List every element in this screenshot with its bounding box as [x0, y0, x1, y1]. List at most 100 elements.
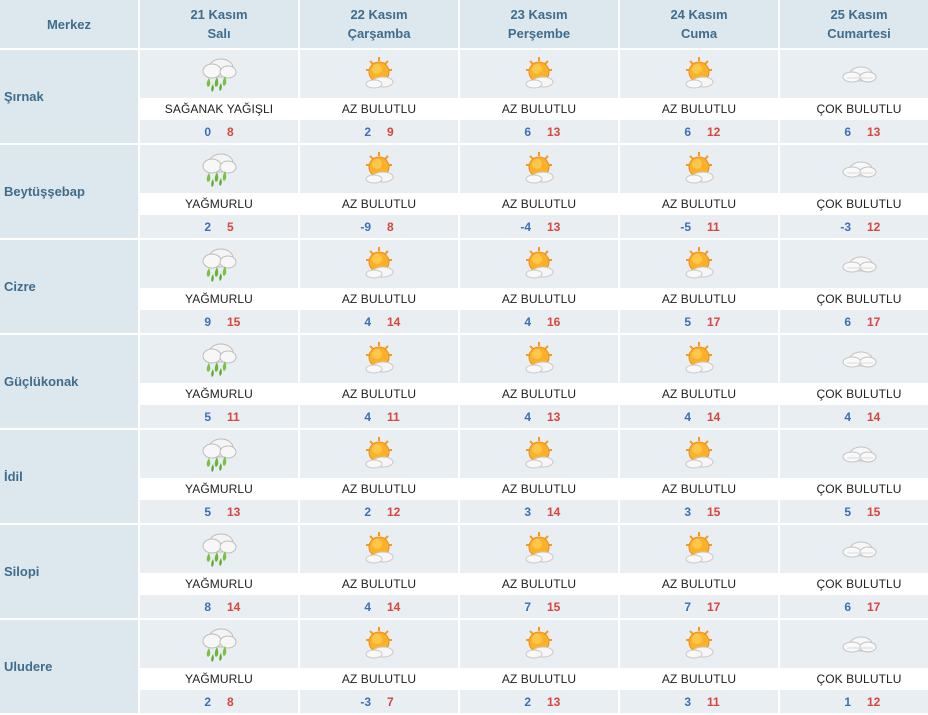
weather-description: AZ BULUTLU [460, 383, 618, 405]
max-temperature: 13 [547, 124, 561, 139]
temperature-range: 6 17 [780, 595, 928, 618]
weather-icon-area [460, 240, 618, 288]
weather-description: ÇOK BULUTLU [780, 668, 928, 690]
weather-icon-area [300, 145, 458, 193]
merkez-header: Merkez [0, 0, 138, 50]
day-date: 23 Kasım [510, 7, 568, 22]
forecast-cell: YAĞMURLU 9 15 [140, 240, 298, 335]
rain-cloud-icon [202, 343, 237, 377]
weather-icon-area [620, 50, 778, 98]
day-header: 22 Kasım Çarşamba [300, 0, 458, 50]
temperature-range: 3 14 [460, 500, 618, 523]
forecast-cell: AZ BULUTLU 7 17 [620, 525, 778, 620]
temperature-range: 1 12 [780, 690, 928, 713]
max-temperature: 12 [387, 504, 401, 519]
min-temperature: 6 [844, 124, 851, 139]
weather-description: AZ BULUTLU [620, 383, 778, 405]
max-temperature: 13 [867, 124, 881, 139]
weather-icon-area [300, 525, 458, 573]
forecast-cell: ÇOK BULUTLU 6 17 [780, 240, 928, 335]
partly-cloudy-sun-icon [525, 342, 554, 374]
temperature-range: 9 15 [140, 310, 298, 333]
weather-description: AZ BULUTLU [300, 478, 458, 500]
weather-description: AZ BULUTLU [460, 288, 618, 310]
max-temperature: 14 [387, 314, 401, 329]
weather-description: AZ BULUTLU [300, 98, 458, 120]
weather-icon-area [620, 145, 778, 193]
weather-description: AZ BULUTLU [300, 288, 458, 310]
min-temperature: 6 [684, 124, 691, 139]
cloudy-icon [842, 256, 877, 273]
min-temperature: 4 [364, 409, 371, 424]
max-temperature: 15 [707, 504, 721, 519]
weather-icon-area [140, 145, 298, 193]
forecast-cell: AZ BULUTLU 3 15 [620, 430, 778, 525]
forecast-cell: AZ BULUTLU -4 13 [460, 145, 618, 240]
temperature-range: 7 15 [460, 595, 618, 618]
forecast-cell: YAĞMURLU 5 11 [140, 335, 298, 430]
weather-icon-area [300, 620, 458, 668]
max-temperature: 12 [867, 694, 881, 709]
max-temperature: 17 [707, 599, 721, 614]
temperature-range: -3 7 [300, 690, 458, 713]
weather-description: ÇOK BULUTLU [780, 193, 928, 215]
forecast-cell: ÇOK BULUTLU 4 14 [780, 335, 928, 430]
max-temperature: 14 [387, 599, 401, 614]
min-temperature: 5 [204, 409, 211, 424]
weather-description: AZ BULUTLU [460, 98, 618, 120]
weather-description: AZ BULUTLU [620, 193, 778, 215]
max-temperature: 11 [707, 694, 720, 709]
cloudy-icon [842, 636, 877, 653]
temperature-range: 7 17 [620, 595, 778, 618]
partly-cloudy-sun-icon [365, 437, 394, 469]
weather-description: YAĞMURLU [140, 478, 298, 500]
weather-description: ÇOK BULUTLU [780, 98, 928, 120]
weather-icon-area [140, 430, 298, 478]
day-date: 25 Kasım [830, 7, 888, 22]
min-temperature: 4 [844, 409, 851, 424]
partly-cloudy-sun-icon [525, 532, 554, 564]
city-name: Şırnak [0, 50, 138, 145]
forecast-table: Merkez 21 Kasım Salı 22 Kasım Çarşamba 23 Ka… [0, 0, 928, 715]
temperature-range: 5 15 [780, 500, 928, 523]
weather-description: YAĞMURLU [140, 383, 298, 405]
temperature-range: 3 15 [620, 500, 778, 523]
day-weekday: Cumartesi [827, 26, 891, 41]
max-temperature: 16 [547, 314, 561, 329]
weather-icon-area [460, 620, 618, 668]
weather-icon-area [780, 620, 928, 668]
weather-description: AZ BULUTLU [460, 193, 618, 215]
forecast-cell: SAĞANAK YAĞIŞLI 0 8 [140, 50, 298, 145]
rain-cloud-icon [202, 628, 237, 662]
max-temperature: 13 [547, 409, 561, 424]
weather-icon-area [300, 335, 458, 383]
temperature-range: 2 13 [460, 690, 618, 713]
temperature-range: 4 14 [780, 405, 928, 428]
forecast-cell: YAĞMURLU 8 14 [140, 525, 298, 620]
weather-icon-area [460, 430, 618, 478]
min-temperature: 6 [524, 124, 531, 139]
temperature-range: 5 13 [140, 500, 298, 523]
temperature-range: 6 17 [780, 310, 928, 333]
weather-icon-area [620, 620, 778, 668]
weather-icon-area [780, 240, 928, 288]
weather-description: ÇOK BULUTLU [780, 478, 928, 500]
max-temperature: 17 [867, 599, 881, 614]
temperature-range: -5 11 [620, 215, 778, 238]
day-date: 22 Kasım [350, 7, 408, 22]
forecast-cell: AZ BULUTLU -9 8 [300, 145, 458, 240]
weather-icon-area [140, 620, 298, 668]
weather-description: ÇOK BULUTLU [780, 383, 928, 405]
min-temperature: 2 [204, 694, 211, 709]
forecast-cell: AZ BULUTLU 4 16 [460, 240, 618, 335]
min-temperature: 8 [204, 599, 211, 614]
temperature-range: 25 [140, 215, 298, 238]
max-temperature: 12 [867, 219, 881, 234]
city-name: Beytüşşebap [0, 145, 138, 240]
weather-icon-area [300, 430, 458, 478]
weather-icon-area [620, 335, 778, 383]
day-weekday: Cuma [680, 26, 718, 41]
weather-icon-area [460, 525, 618, 573]
forecast-cell: YAĞMURLU 2 8 [140, 620, 298, 715]
min-temperature: -5 [680, 219, 691, 234]
